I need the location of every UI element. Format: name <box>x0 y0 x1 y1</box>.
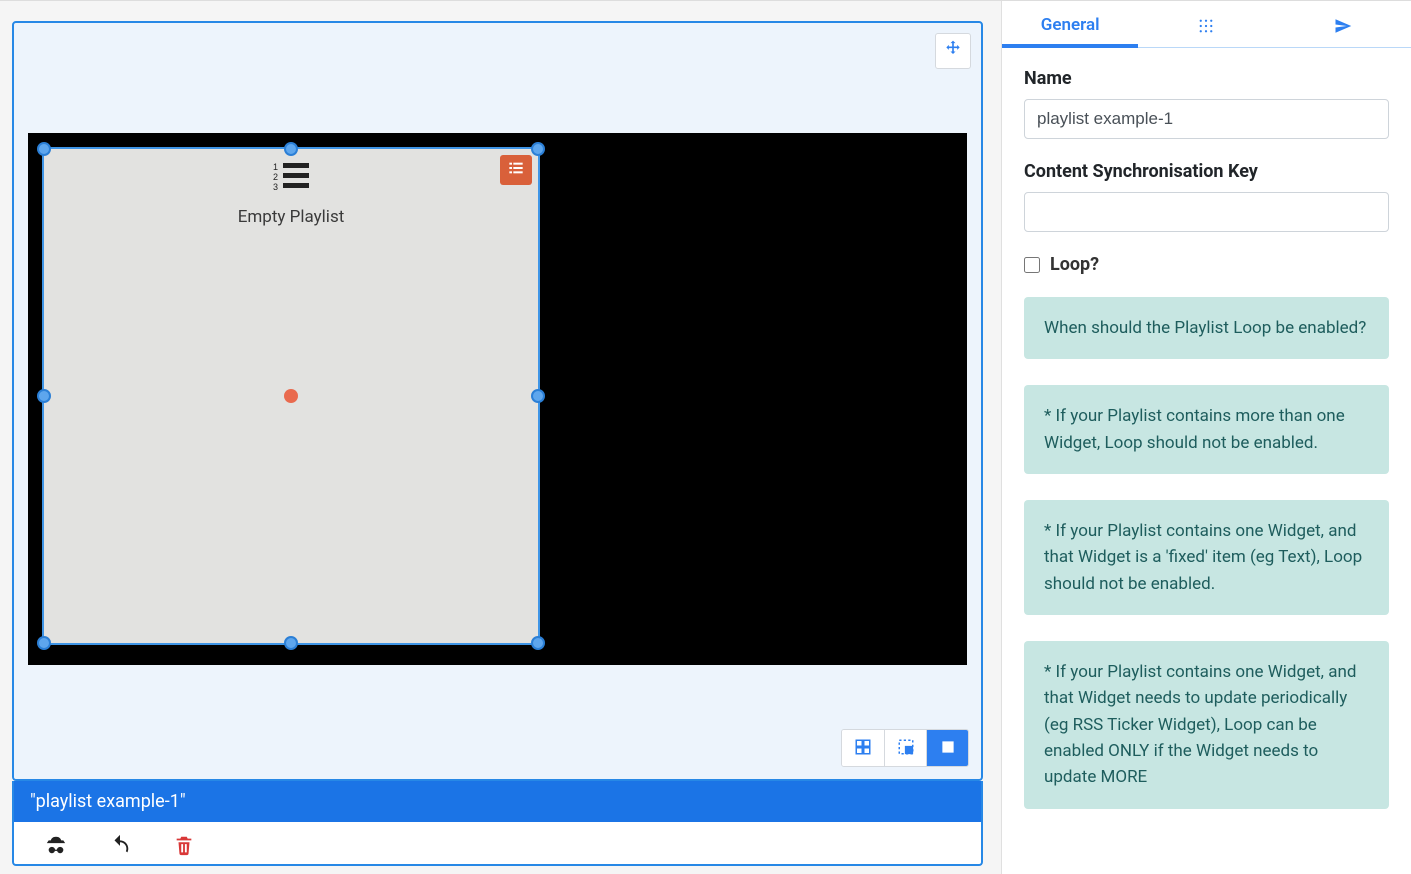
region-type-badge <box>500 155 532 185</box>
name-input[interactable] <box>1024 99 1389 139</box>
region-label: Empty Playlist <box>238 207 345 227</box>
permissions-button[interactable] <box>42 832 70 860</box>
trash-icon <box>173 834 195 859</box>
properties-tabs: General <box>1002 1 1411 48</box>
canvas-frame: 1 2 3 Empty Playlist <box>12 21 983 781</box>
resize-handle-tm[interactable] <box>284 142 298 156</box>
form-body: Name Content Synchronisation Key Loop? W… <box>1002 48 1411 874</box>
svg-text:1: 1 <box>273 162 278 172</box>
undo-icon <box>109 834 131 859</box>
view-select-button[interactable] <box>884 730 926 766</box>
square-icon <box>939 738 957 759</box>
editor-pane: 1 2 3 Empty Playlist <box>0 1 1001 874</box>
view-fill-button[interactable] <box>926 730 968 766</box>
selection-title: "playlist example-1" <box>30 791 186 812</box>
loop-label: Loop? <box>1050 254 1099 275</box>
properties-panel: General Name Content Synchronisation Key… <box>1001 1 1411 874</box>
hint-0: When should the Playlist Loop be enabled… <box>1024 297 1389 359</box>
loop-checkbox[interactable] <box>1024 257 1040 273</box>
svg-text:2: 2 <box>273 172 278 182</box>
svg-text:3: 3 <box>273 182 278 192</box>
tab-general[interactable]: General <box>1002 1 1138 47</box>
action-toolbar <box>12 822 983 866</box>
hint-2: * If your Playlist contains one Widget, … <box>1024 500 1389 615</box>
region-center-dot <box>284 389 298 403</box>
move-icon <box>943 39 963 63</box>
tab-positioning[interactable] <box>1138 1 1274 47</box>
playlist-region[interactable]: 1 2 3 Empty Playlist <box>42 147 540 645</box>
view-switch <box>841 729 969 767</box>
stage[interactable]: 1 2 3 Empty Playlist <box>28 133 967 665</box>
stage-wrap: 1 2 3 Empty Playlist <box>28 133 967 765</box>
view-grid-button[interactable] <box>842 730 884 766</box>
resize-handle-bl[interactable] <box>37 636 51 650</box>
sync-key-input[interactable] <box>1024 192 1389 232</box>
hint-3: * If your Playlist contains one Widget, … <box>1024 641 1389 809</box>
move-handle-button[interactable] <box>935 33 971 69</box>
tab-general-label: General <box>1041 15 1100 35</box>
resize-handle-bm[interactable] <box>284 636 298 650</box>
grid-icon <box>854 738 872 759</box>
resize-handle-tl[interactable] <box>37 142 51 156</box>
ordered-list-icon: 1 2 3 <box>271 161 311 193</box>
list-icon <box>507 160 525 180</box>
hint-1: * If your Playlist contains more than on… <box>1024 385 1389 474</box>
spy-icon <box>45 834 67 859</box>
loop-group: Loop? <box>1024 254 1389 275</box>
resize-handle-ml[interactable] <box>37 389 51 403</box>
name-group: Name <box>1024 68 1389 139</box>
resize-handle-mr[interactable] <box>531 389 545 403</box>
delete-button[interactable] <box>170 832 198 860</box>
name-label: Name <box>1024 68 1389 89</box>
send-icon <box>1334 15 1352 35</box>
sync-key-group: Content Synchronisation Key <box>1024 161 1389 232</box>
undo-button[interactable] <box>106 832 134 860</box>
grid-dots-icon <box>1197 15 1215 35</box>
resize-handle-tr[interactable] <box>531 142 545 156</box>
resize-handle-br[interactable] <box>531 636 545 650</box>
selection-title-bar: "playlist example-1" <box>12 781 983 822</box>
marquee-icon <box>897 738 915 759</box>
sync-key-label: Content Synchronisation Key <box>1024 161 1389 182</box>
tab-transitions[interactable] <box>1275 1 1411 47</box>
